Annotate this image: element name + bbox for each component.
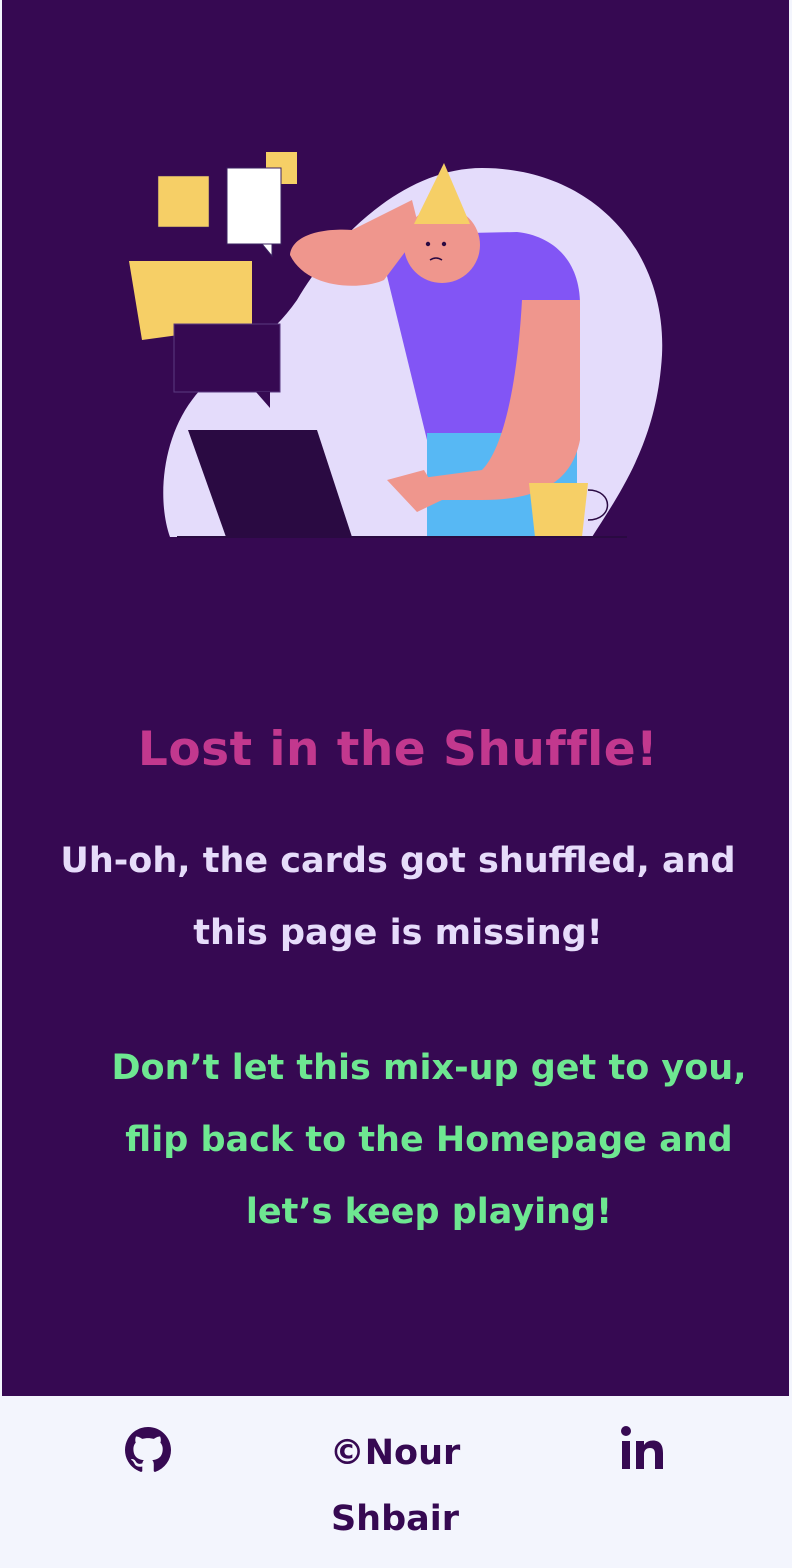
- confused-person-illustration: [129, 152, 663, 538]
- not-found-page: Lost in the Shuffle! Uh-oh, the cards go…: [0, 0, 792, 1568]
- homepage-cta: Don’t let this mix-up get to you, flip b…: [92, 1032, 766, 1248]
- homepage-link[interactable]: Homepage: [436, 1120, 647, 1160]
- linkedin-icon[interactable]: [618, 1425, 666, 1473]
- footer-copyright: ©Nour Shbair: [329, 1433, 461, 1539]
- error-subtitle: Uh-oh, the cards got shuffled, and this …: [60, 841, 736, 953]
- page-title: Lost in the Shuffle!: [137, 722, 659, 777]
- main-content: Lost in the Shuffle! Uh-oh, the cards go…: [2, 0, 789, 1396]
- github-icon[interactable]: [125, 1427, 171, 1473]
